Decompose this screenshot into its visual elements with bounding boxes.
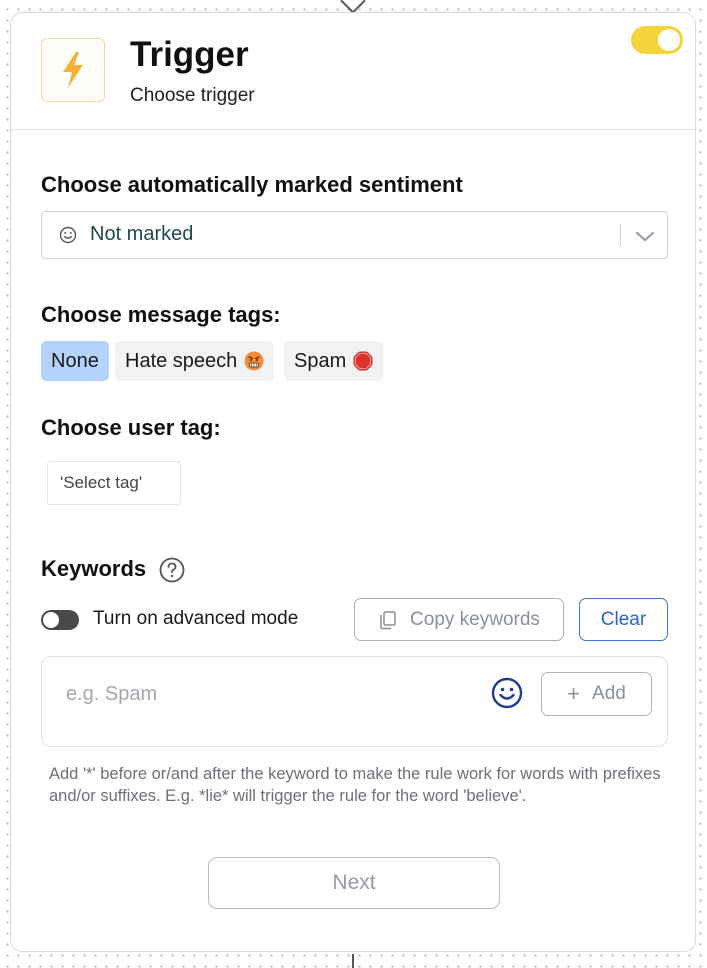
sentiment-label: Choose automatically marked sentiment: [41, 172, 463, 197]
plus-icon: +: [567, 681, 581, 706]
keyword-input-box: + Add: [41, 656, 668, 747]
select-divider: [620, 224, 621, 246]
sentiment-selected-value: Not marked: [90, 223, 194, 245]
emoji-picker-icon[interactable]: [491, 677, 523, 709]
flow-connector-line: [352, 954, 354, 968]
toggle-knob: [658, 29, 680, 51]
tag-chip-spam[interactable]: Spam: [284, 341, 384, 381]
trigger-card: Trigger Choose trigger Choose automatica…: [10, 12, 696, 952]
advanced-mode-label: Turn on advanced mode: [93, 608, 299, 629]
tag-chip-label: Hate speech: [125, 349, 238, 372]
help-icon[interactable]: [159, 557, 185, 583]
lightning-bolt-icon: [41, 38, 105, 102]
keywords-label: Keywords: [41, 556, 147, 581]
user-tag-select[interactable]: 'Select tag': [47, 461, 181, 505]
user-tag-placeholder: 'Select tag': [60, 473, 143, 492]
card-header: Trigger Choose trigger: [11, 13, 695, 130]
add-keyword-button[interactable]: + Add: [541, 672, 652, 716]
tag-chip-label: Spam: [294, 349, 347, 372]
next-label: Next: [332, 871, 376, 894]
sentiment-select[interactable]: Not marked: [41, 211, 668, 259]
advanced-mode-toggle[interactable]: [41, 610, 79, 630]
add-label: Add: [592, 683, 626, 704]
page-subtitle: Choose trigger: [130, 85, 255, 106]
tag-chip-label: None: [51, 349, 99, 372]
user-tag-label: Choose user tag:: [41, 415, 221, 440]
angry-face-emoji-icon: [244, 351, 264, 371]
stop-sign-emoji-icon: [353, 351, 373, 371]
copy-keywords-label: Copy keywords: [410, 608, 540, 630]
clear-label: Clear: [600, 608, 647, 630]
message-tags-label: Choose message tags:: [41, 302, 281, 327]
tag-chip-none[interactable]: None: [41, 341, 109, 381]
keyword-input[interactable]: [64, 677, 468, 711]
smiley-icon: [59, 226, 77, 244]
trigger-enabled-toggle[interactable]: [631, 26, 683, 54]
clear-button[interactable]: Clear: [579, 598, 668, 641]
chevron-down-icon[interactable]: [634, 225, 656, 247]
copy-icon: [380, 610, 396, 629]
keywords-hint: Add '*' before or/and after the keyword …: [49, 765, 661, 805]
toggle-knob: [43, 612, 59, 628]
copy-keywords-button[interactable]: Copy keywords: [354, 598, 564, 641]
tag-chip-hate-speech[interactable]: Hate speech: [115, 341, 275, 381]
next-button[interactable]: Next: [208, 857, 500, 909]
page-title: Trigger: [130, 35, 249, 74]
